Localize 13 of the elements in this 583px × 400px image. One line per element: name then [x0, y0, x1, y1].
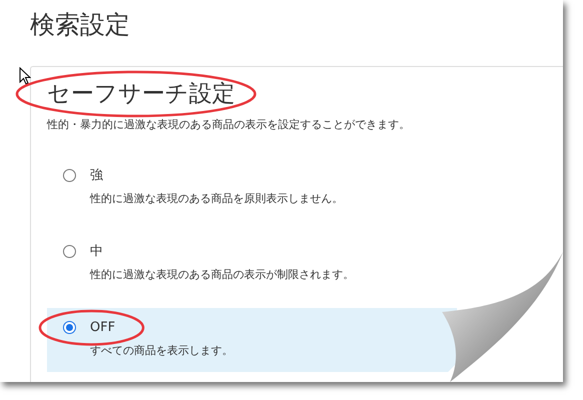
option-label[interactable]: 強 — [90, 166, 343, 185]
radio-button[interactable] — [63, 168, 76, 182]
radio-button[interactable] — [63, 244, 76, 258]
radio-button[interactable] — [63, 320, 76, 334]
mouse-cursor-icon — [19, 67, 31, 85]
section-title: セーフサーチ設定 — [47, 80, 235, 109]
option-label[interactable]: 中 — [90, 242, 354, 261]
option-description: すべての商品を表示します。 — [90, 343, 233, 359]
section-description: 性的・暴力的に過激な表現のある商品の表示を設定することができます。 — [47, 117, 411, 133]
option-description: 性的に過激な表現のある商品の表示が制限されます。 — [90, 267, 354, 283]
option-description: 性的に過激な表現のある商品を原則表示しません。 — [90, 191, 343, 207]
option-label[interactable]: OFF — [90, 318, 233, 337]
page-title: 検索設定 — [29, 9, 131, 41]
